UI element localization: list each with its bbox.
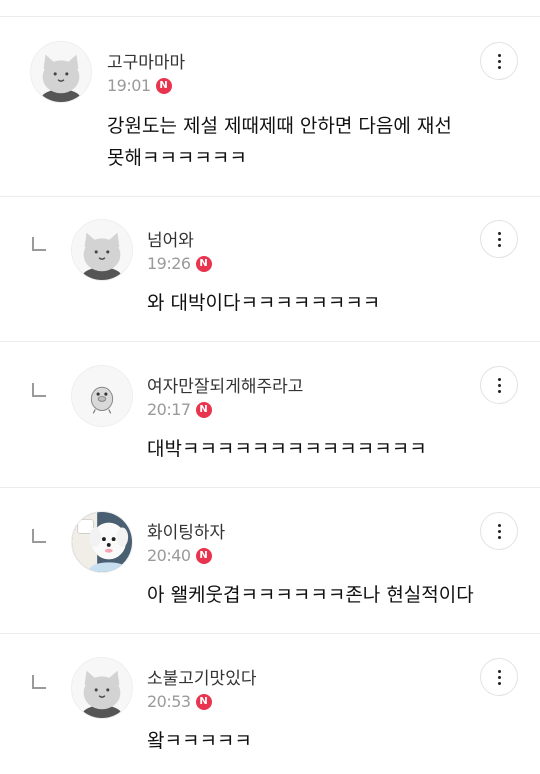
divider	[0, 16, 540, 17]
more-options-button[interactable]	[480, 366, 518, 404]
more-dot-icon	[497, 675, 501, 679]
comment-text-line: 와 대박이다ㅋㅋㅋㅋㅋㅋㅋㅋ	[147, 292, 381, 314]
more-options-button[interactable]	[480, 658, 518, 696]
reply-arrow-icon	[32, 529, 46, 543]
new-badge-icon: N	[195, 693, 212, 710]
more-dot-icon	[497, 669, 501, 673]
comment-text-line: 강원도는 제설 제때제때 안하면 다음에 재선	[107, 115, 452, 137]
more-dot-icon	[497, 243, 501, 247]
more-dot-icon	[497, 59, 501, 63]
divider	[0, 633, 540, 634]
more-options-button[interactable]	[480, 42, 518, 80]
more-dot-icon	[497, 529, 501, 533]
new-badge-icon: N	[195, 401, 212, 418]
more-dot-icon	[497, 377, 501, 381]
avatar[interactable]	[71, 511, 133, 573]
more-dot-icon	[497, 535, 501, 539]
avatar[interactable]	[71, 219, 133, 281]
more-dot-icon	[497, 681, 501, 685]
more-dot-icon	[497, 231, 501, 235]
meta: 20:40 N	[147, 546, 212, 565]
timestamp: 20:53	[147, 692, 191, 711]
comment-text: 대박ㅋㅋㅋㅋㅋㅋㅋㅋㅋㅋㅋㅋㅋㅋ	[147, 433, 427, 465]
nickname[interactable]: 소불고기맛있다	[147, 664, 256, 689]
puppy-photo-icon	[72, 512, 132, 572]
divider	[0, 196, 540, 197]
reply-arrow-icon	[32, 383, 46, 397]
cat-face-icon	[31, 42, 91, 102]
duck-icon	[72, 366, 132, 426]
comment-text-line: 못해ㅋㅋㅋㅋㅋㅋ	[107, 147, 247, 169]
comment-text: 강원도는 제설 제때제때 안하면 다음에 재선 못해ㅋㅋㅋㅋㅋㅋ	[107, 110, 452, 174]
new-badge-icon: N	[195, 255, 212, 272]
meta: 20:53 N	[147, 692, 212, 711]
new-badge-icon: N	[155, 77, 172, 94]
comment-text-line: 왘ㅋㅋㅋㅋㅋ	[147, 730, 252, 752]
more-options-button[interactable]	[480, 512, 518, 550]
timestamp: 20:17	[147, 400, 191, 419]
meta: 19:26 N	[147, 254, 212, 273]
timestamp: 19:26	[147, 254, 191, 273]
reply-arrow-icon	[32, 237, 46, 251]
divider	[0, 341, 540, 342]
more-dot-icon	[497, 65, 501, 69]
comment-text: 와 대박이다ㅋㅋㅋㅋㅋㅋㅋㅋ	[147, 287, 380, 319]
nickname[interactable]: 고구마마마	[107, 48, 185, 73]
more-options-button[interactable]	[480, 220, 518, 258]
divider	[0, 487, 540, 488]
cat-face-icon	[72, 220, 132, 280]
timestamp: 19:01	[107, 76, 151, 95]
avatar[interactable]	[30, 41, 92, 103]
avatar[interactable]	[71, 365, 133, 427]
nickname[interactable]: 여자만잘되게해주라고	[147, 372, 303, 397]
more-dot-icon	[497, 237, 501, 241]
new-badge-icon: N	[195, 547, 212, 564]
more-dot-icon	[497, 53, 501, 57]
comment-text: 아 왤케웃겹ㅋㅋㅋㅋㅋㅋ존나 현실적이다	[147, 579, 474, 611]
meta: 19:01 N	[107, 76, 172, 95]
timestamp: 20:40	[147, 546, 191, 565]
more-dot-icon	[497, 523, 501, 527]
nickname[interactable]: 넘어와	[147, 226, 194, 251]
comment-text-line: 대박ㅋㅋㅋㅋㅋㅋㅋㅋㅋㅋㅋㅋㅋㅋ	[147, 438, 427, 460]
nickname[interactable]: 화이팅하자	[147, 518, 225, 543]
comment-text-line: 아 왤케웃겹ㅋㅋㅋㅋㅋㅋ존나 현실적이다	[147, 584, 474, 606]
more-dot-icon	[497, 383, 501, 387]
more-dot-icon	[497, 389, 501, 393]
reply-arrow-icon	[32, 675, 46, 689]
meta: 20:17 N	[147, 400, 212, 419]
avatar[interactable]	[71, 657, 133, 719]
comment-text: 왘ㅋㅋㅋㅋㅋ	[147, 725, 252, 757]
cat-face-icon	[72, 658, 132, 718]
